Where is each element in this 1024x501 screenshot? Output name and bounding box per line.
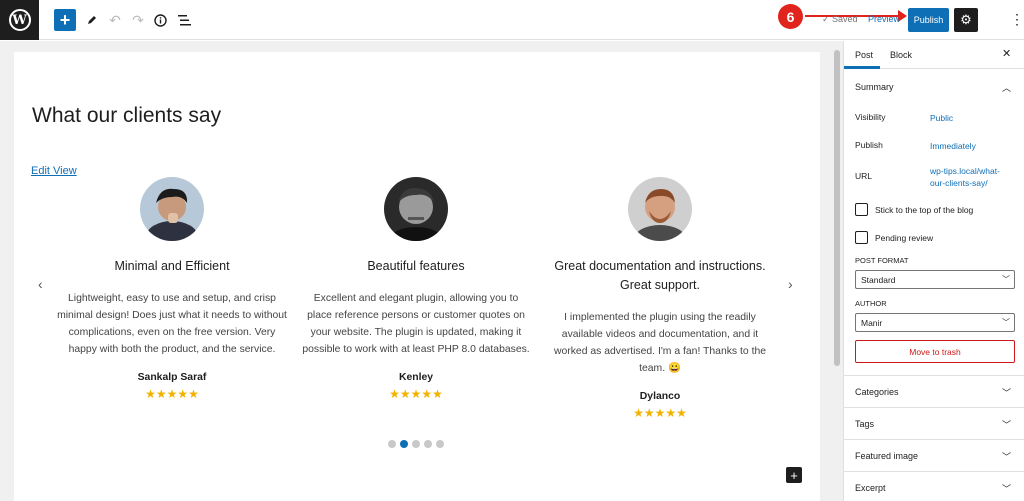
tab-post[interactable]: Post [855,50,873,60]
carousel-dot[interactable] [412,440,420,448]
chevron-down-icon[interactable]: ﹀ [1002,482,1011,495]
settings-sidebar: Post Block ✕ Summary ︿ Visibility Public… [843,41,1024,501]
testimonial-card: Minimal and Efficient Lightweight, easy … [57,177,287,401]
carousel-prev-arrow[interactable]: ‹ [38,276,43,292]
carousel-dot[interactable] [388,440,396,448]
chevron-down-icon[interactable]: ﹀ [1002,450,1011,463]
panel-divider [844,375,1024,376]
testimonial-card: Great documentation and instructions. Gr… [545,177,775,420]
carousel-dot[interactable] [400,440,408,448]
tab-block[interactable]: Block [890,50,912,60]
chevron-up-icon[interactable]: ︿ [1002,81,1011,94]
close-icon: ✕ [1002,48,1012,60]
publish-date-button[interactable]: Immediately [930,140,1010,152]
sidebar-tabs: Post Block ✕ [844,41,1024,69]
options-menu-button[interactable]: ⋮ [1010,11,1024,28]
wordpress-logo-icon: W [8,9,31,31]
kebab-menu-icon: ⋮ [1010,11,1024,27]
post-format-label: POST FORMAT [855,256,909,265]
post-format-value: Standard [861,275,896,285]
visibility-value-button[interactable]: Public [930,112,1010,124]
featured-image-panel-toggle[interactable]: Featured image [855,451,918,461]
preview-button[interactable]: Preview [868,14,900,24]
panel-divider [844,471,1024,472]
rating-stars: ★★★★★ [389,387,443,401]
settings-button[interactable]: ⚙ [954,8,978,32]
step-number-badge: 6 [778,4,803,29]
undo-button[interactable]: ↶ [104,9,126,31]
carousel-pagination [388,440,444,448]
author-value: Manir [861,318,883,328]
publish-date-label: Publish [855,140,883,150]
testimonial-text: Excellent and elegant plugin, allowing y… [302,293,530,355]
url-value-button[interactable]: wp-tips.local/what-our-clients-say/ [930,165,1010,189]
active-tab-indicator [844,66,880,69]
page-title[interactable]: What our clients say [32,104,221,128]
redo-button[interactable]: ↷ [127,9,149,31]
plus-icon: + [59,9,71,30]
stick-to-top-checkbox[interactable] [855,203,868,216]
carousel-dot[interactable] [436,440,444,448]
saved-label: Saved [832,14,858,24]
chevron-down-icon[interactable]: ﹀ [1002,418,1011,431]
check-icon: ✓ [822,14,833,24]
saved-status: ✓ Saved [822,14,858,25]
avatar [140,177,204,241]
rating-stars: ★★★★★ [145,387,199,401]
details-button[interactable] [149,9,171,31]
chevron-down-icon: ﹀ [1002,318,1010,327]
tools-button[interactable] [81,9,103,31]
edit-view-link[interactable]: Edit View [31,165,77,177]
info-icon [153,13,167,27]
publish-button[interactable]: Publish [908,8,949,32]
post-format-select[interactable]: Standard ﹀ [855,270,1015,289]
testimonial-card: Beautiful features Excellent and elegant… [301,177,531,401]
panel-divider [844,439,1024,440]
carousel-next-arrow[interactable]: › [788,276,793,292]
chevron-down-icon[interactable]: ﹀ [1002,386,1011,399]
testimonial-text: Lightweight, easy to use and setup, and … [57,293,287,355]
gear-icon: ⚙ [960,12,972,27]
testimonial-title: Great documentation and instructions. Gr… [554,259,766,292]
undo-icon: ↶ [109,11,121,28]
testimonial-text: I implemented the plugin using the readi… [553,312,767,374]
testimonial-author: Kenley [398,372,434,383]
redo-icon: ↷ [132,11,144,28]
wordpress-logo-button[interactable]: W [0,0,39,40]
add-block-button[interactable]: + [786,467,802,483]
close-sidebar-button[interactable]: ✕ [1002,47,1011,60]
move-to-trash-button[interactable]: Move to trash [855,340,1015,363]
visibility-label: Visibility [855,112,886,122]
pending-review-label: Pending review [875,233,934,243]
avatar [628,177,692,241]
testimonial-title: Minimal and Efficient [114,259,230,273]
summary-panel-toggle[interactable]: Summary [855,82,894,92]
list-view-icon [177,14,191,25]
add-block-toggle-button[interactable]: + [54,9,76,31]
list-view-button[interactable] [173,9,195,31]
editor-top-bar: W + ↶ ↷ 6 ✓ Saved Preview Publish ⚙ ⋮ [0,0,1024,40]
author-label: AUTHOR [855,299,887,308]
url-label: URL [855,171,873,181]
author-select[interactable]: Manir ﹀ [855,313,1015,332]
plus-icon: + [790,467,798,483]
carousel-dot[interactable] [424,440,432,448]
avatar [384,177,448,241]
rating-stars: ★★★★★ [633,406,687,420]
pending-review-checkbox[interactable] [855,231,868,244]
excerpt-panel-toggle[interactable]: Excerpt [855,483,886,493]
panel-divider [844,407,1024,408]
stick-to-top-label: Stick to the top of the blog [875,205,974,215]
categories-panel-toggle[interactable]: Categories [855,387,899,397]
testimonial-author: Dylanco [639,391,681,402]
chevron-down-icon: ﹀ [1002,275,1010,284]
canvas-scrollbar-thumb[interactable] [834,50,840,366]
testimonial-author: Sankalp Saraf [137,372,207,383]
tags-panel-toggle[interactable]: Tags [855,419,874,429]
testimonial-title: Beautiful features [367,259,465,273]
pencil-icon [88,16,96,24]
